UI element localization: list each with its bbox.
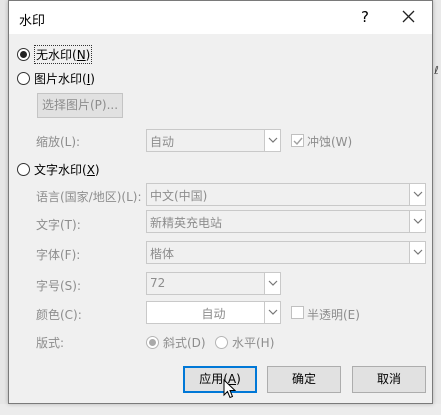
washout-label: 冲蚀(W) (307, 135, 353, 149)
layout-label: 版式: (36, 336, 65, 350)
text-value: 新精英充电站 (150, 216, 223, 230)
text-label: 文字(T): (36, 218, 81, 232)
background-document-bottom (0, 404, 441, 415)
picture-watermark-option[interactable]: 图片水印(I) (17, 70, 95, 87)
layout-horizontal-radio[interactable] (215, 336, 228, 349)
background-document-right: ℓ (432, 0, 441, 415)
layout-diagonal-option[interactable]: 斜式(D) (146, 334, 206, 351)
text-watermark-option[interactable]: 文字水印(X) (17, 161, 100, 178)
title-bar: 水印 ? (9, 1, 432, 34)
size-value: 72 (150, 276, 166, 290)
chevron-down-icon (268, 309, 278, 315)
chevron-down-icon (413, 191, 423, 197)
picture-watermark-radio[interactable] (17, 72, 30, 85)
background-glyph: ℓ (434, 64, 439, 77)
text-dropdown-button[interactable] (409, 210, 426, 233)
size-dropdown-button[interactable] (264, 272, 281, 295)
chevron-down-icon (268, 137, 278, 143)
no-watermark-option[interactable]: 无水印(N) (17, 45, 93, 64)
scale-label: 缩放(L): (36, 135, 81, 149)
mouse-cursor-icon (223, 379, 236, 399)
no-watermark-radio[interactable] (17, 48, 30, 61)
text-watermark-label: 文字水印(X) (34, 163, 100, 177)
checkmark-icon (293, 137, 303, 146)
scale-dropdown-button[interactable] (264, 129, 281, 152)
text-select[interactable]: 新精英充电站 (146, 210, 426, 233)
ok-button[interactable]: 确定 (267, 366, 341, 393)
washout-checkbox[interactable] (291, 134, 304, 147)
watermark-dialog: 水印 ? 无水印(N) 图片水印(I) 选择图片(P)... 缩放(L): 自动… (8, 0, 433, 404)
layout-horizontal-option[interactable]: 水平(H) (215, 334, 274, 351)
chevron-down-icon (413, 218, 423, 224)
text-watermark-radio[interactable] (17, 163, 30, 176)
chevron-down-icon (268, 280, 278, 286)
cancel-button[interactable]: 取消 (352, 366, 426, 393)
scale-select[interactable]: 自动 (146, 129, 281, 152)
font-dropdown-button[interactable] (409, 241, 426, 264)
size-select[interactable]: 72 (146, 272, 281, 295)
close-button[interactable] (396, 5, 422, 29)
language-select[interactable]: 中文(中国) (146, 183, 426, 206)
font-value: 楷体 (150, 247, 175, 261)
no-watermark-label: 无水印(N) (34, 45, 93, 64)
help-button[interactable]: ? (353, 5, 377, 29)
color-value: 自动 (201, 307, 226, 321)
semitransparent-label: 半透明(E) (307, 308, 360, 322)
font-label: 字体(F): (36, 248, 81, 262)
size-label: 字号(S): (36, 279, 82, 293)
select-picture-button[interactable]: 选择图片(P)... (37, 93, 123, 118)
close-icon (402, 10, 415, 23)
language-dropdown-button[interactable] (409, 183, 426, 206)
layout-horizontal-label: 水平(H) (232, 336, 275, 350)
language-label: 语言(国家/地区)(L): (36, 190, 142, 204)
color-label: 颜色(C): (36, 308, 82, 322)
color-dropdown-button[interactable] (264, 301, 281, 324)
layout-diagonal-label: 斜式(D) (163, 336, 206, 350)
chevron-down-icon (413, 249, 423, 255)
scale-value: 自动 (150, 135, 175, 149)
picture-watermark-label: 图片水印(I) (34, 72, 95, 86)
font-select[interactable]: 楷体 (146, 241, 426, 264)
semitransparent-checkbox[interactable] (291, 306, 304, 319)
apply-button[interactable]: 应用(A) (183, 366, 257, 393)
layout-diagonal-radio[interactable] (146, 336, 159, 349)
language-value: 中文(中国) (150, 189, 208, 203)
dialog-title: 水印 (19, 14, 46, 29)
color-select[interactable]: 自动 (146, 301, 281, 324)
